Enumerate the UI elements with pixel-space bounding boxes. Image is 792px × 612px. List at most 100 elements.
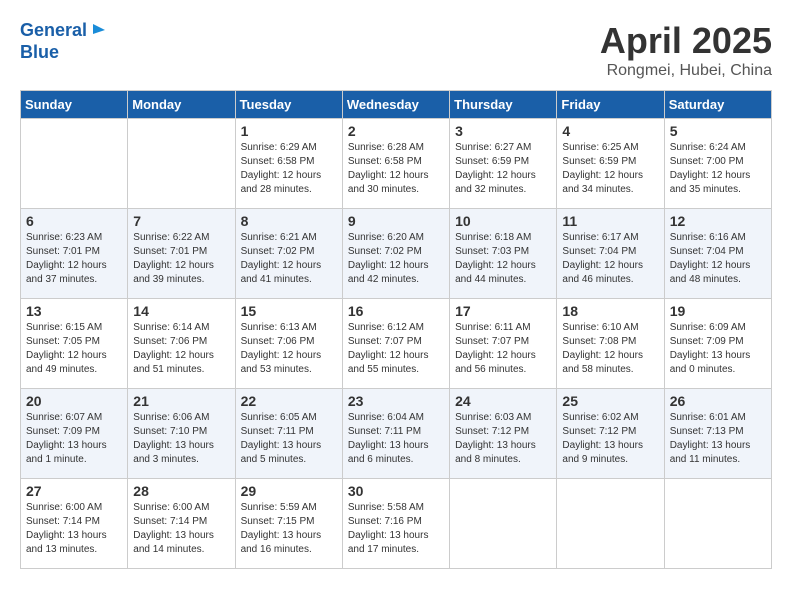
calendar-cell: 16Sunrise: 6:12 AM Sunset: 7:07 PM Dayli… bbox=[342, 299, 449, 389]
day-number: 18 bbox=[562, 303, 658, 319]
day-number: 28 bbox=[133, 483, 229, 499]
day-number: 12 bbox=[670, 213, 766, 229]
day-info: Sunrise: 6:05 AM Sunset: 7:11 PM Dayligh… bbox=[241, 411, 337, 467]
calendar-cell: 18 Sunrise: 6:10 AM Sunset: 7:08 PM Dayli… bbox=[557, 299, 664, 389]
calendar-cell: 4 Sunrise: 6:25 AM Sunset: 6:59 PM Daylig… bbox=[557, 119, 664, 209]
week-row-3: 13 Sunrise: 6:15 AM Sunset: 7:05 PM Dayli… bbox=[21, 299, 772, 389]
day-number: 21 bbox=[133, 393, 229, 409]
day-info: Sunrise: 5:58 AM Sunset: 7:16 PM Dayligh… bbox=[348, 501, 444, 557]
weekday-header-row: SundayMondayTuesdayWednesdayThursdayFrid… bbox=[21, 91, 772, 119]
day-info: Sunrise: 6:06 AM Sunset: 7:10 PM Dayligh… bbox=[133, 411, 229, 467]
day-info: Sunrise: 6:23 AM Sunset: 7:01 PM Dayligh… bbox=[26, 231, 122, 287]
week-row-5: 27Sunrise: 6:00 AM Sunset: 7:14 PM Dayli… bbox=[21, 479, 772, 569]
calendar-cell: 29 Sunrise: 5:59 AM Sunset: 7:15 PM Dayli… bbox=[235, 479, 342, 569]
day-number: 25 bbox=[562, 393, 658, 409]
calendar-cell: 22 Sunrise: 6:05 AM Sunset: 7:11 PM Dayli… bbox=[235, 389, 342, 479]
calendar-cell bbox=[21, 119, 128, 209]
weekday-header-saturday: Saturday bbox=[664, 91, 771, 119]
weekday-header-friday: Friday bbox=[557, 91, 664, 119]
day-number: 7 bbox=[133, 213, 229, 229]
day-info: Sunrise: 6:24 AM Sunset: 7:00 PM Dayligh… bbox=[670, 141, 766, 197]
day-info: Sunrise: 6:17 AM Sunset: 7:04 PM Dayligh… bbox=[562, 231, 658, 287]
location: Rongmei, Hubei, China bbox=[600, 62, 772, 80]
title-block: April 2025 Rongmei, Hubei, China bbox=[600, 20, 772, 80]
day-number: 2 bbox=[348, 123, 444, 139]
day-info: Sunrise: 6:18 AM Sunset: 7:03 PM Dayligh… bbox=[455, 231, 551, 287]
logo-bird-icon bbox=[87, 22, 105, 40]
day-number: 1 bbox=[241, 123, 337, 139]
weekday-header-tuesday: Tuesday bbox=[235, 91, 342, 119]
day-info: Sunrise: 6:29 AM Sunset: 6:58 PM Dayligh… bbox=[241, 141, 337, 197]
day-number: 30 bbox=[348, 483, 444, 499]
day-number: 20 bbox=[26, 393, 122, 409]
calendar-cell: 2 Sunrise: 6:28 AM Sunset: 6:58 PM Daylig… bbox=[342, 119, 449, 209]
calendar-cell: 26 Sunrise: 6:01 AM Sunset: 7:13 PM Dayli… bbox=[664, 389, 771, 479]
week-row-2: 6 Sunrise: 6:23 AM Sunset: 7:01 PM Daylig… bbox=[21, 209, 772, 299]
calendar-cell: 21 Sunrise: 6:06 AM Sunset: 7:10 PM Dayli… bbox=[128, 389, 235, 479]
calendar-cell: 17 Sunrise: 6:11 AM Sunset: 7:07 PM Dayli… bbox=[450, 299, 557, 389]
day-number: 23 bbox=[348, 393, 444, 409]
day-info: Sunrise: 6:20 AM Sunset: 7:02 PM Dayligh… bbox=[348, 231, 444, 287]
calendar-cell: 20 Sunrise: 6:07 AM Sunset: 7:09 PM Dayli… bbox=[21, 389, 128, 479]
day-number: 17 bbox=[455, 303, 551, 319]
calendar-cell: 30 Sunrise: 5:58 AM Sunset: 7:16 PM Dayli… bbox=[342, 479, 449, 569]
logo-text: General bbox=[20, 20, 87, 42]
calendar-cell: 28 Sunrise: 6:00 AM Sunset: 7:14 PM Dayli… bbox=[128, 479, 235, 569]
weekday-header-wednesday: Wednesday bbox=[342, 91, 449, 119]
day-info: Sunrise: 6:11 AM Sunset: 7:07 PM Dayligh… bbox=[455, 321, 551, 377]
calendar-cell: 19 Sunrise: 6:09 AM Sunset: 7:09 PM Dayli… bbox=[664, 299, 771, 389]
day-number: 22 bbox=[241, 393, 337, 409]
calendar-cell: 14 Sunrise: 6:14 AM Sunset: 7:06 PM Dayli… bbox=[128, 299, 235, 389]
calendar-cell: 15 Sunrise: 6:13 AM Sunset: 7:06 PM Dayli… bbox=[235, 299, 342, 389]
day-number: 13 bbox=[26, 303, 122, 319]
calendar-cell: 24Sunrise: 6:03 AM Sunset: 7:12 PM Dayli… bbox=[450, 389, 557, 479]
day-number: 29 bbox=[241, 483, 337, 499]
day-info: Sunrise: 6:00 AM Sunset: 7:14 PM Dayligh… bbox=[133, 501, 229, 557]
calendar-cell: 25 Sunrise: 6:02 AM Sunset: 7:12 PM Dayli… bbox=[557, 389, 664, 479]
calendar-cell: 10 Sunrise: 6:18 AM Sunset: 7:03 PM Dayli… bbox=[450, 209, 557, 299]
day-info: Sunrise: 6:27 AM Sunset: 6:59 PM Dayligh… bbox=[455, 141, 551, 197]
day-info: Sunrise: 6:10 AM Sunset: 7:08 PM Dayligh… bbox=[562, 321, 658, 377]
day-info: Sunrise: 6:28 AM Sunset: 6:58 PM Dayligh… bbox=[348, 141, 444, 197]
calendar-cell: 1 Sunrise: 6:29 AM Sunset: 6:58 PM Daylig… bbox=[235, 119, 342, 209]
calendar-cell: 5Sunrise: 6:24 AM Sunset: 7:00 PM Daylig… bbox=[664, 119, 771, 209]
day-number: 10 bbox=[455, 213, 551, 229]
calendar-cell: 13 Sunrise: 6:15 AM Sunset: 7:05 PM Dayli… bbox=[21, 299, 128, 389]
calendar-cell: 11 Sunrise: 6:17 AM Sunset: 7:04 PM Dayli… bbox=[557, 209, 664, 299]
day-number: 6 bbox=[26, 213, 122, 229]
calendar-table: SundayMondayTuesdayWednesdayThursdayFrid… bbox=[20, 90, 772, 569]
day-number: 14 bbox=[133, 303, 229, 319]
day-number: 16 bbox=[348, 303, 444, 319]
week-row-1: 1 Sunrise: 6:29 AM Sunset: 6:58 PM Daylig… bbox=[21, 119, 772, 209]
day-info: Sunrise: 6:14 AM Sunset: 7:06 PM Dayligh… bbox=[133, 321, 229, 377]
calendar-cell bbox=[450, 479, 557, 569]
day-number: 4 bbox=[562, 123, 658, 139]
day-info: Sunrise: 6:25 AM Sunset: 6:59 PM Dayligh… bbox=[562, 141, 658, 197]
day-number: 26 bbox=[670, 393, 766, 409]
day-number: 19 bbox=[670, 303, 766, 319]
day-number: 3 bbox=[455, 123, 551, 139]
day-info: Sunrise: 6:13 AM Sunset: 7:06 PM Dayligh… bbox=[241, 321, 337, 377]
day-info: Sunrise: 6:21 AM Sunset: 7:02 PM Dayligh… bbox=[241, 231, 337, 287]
day-number: 8 bbox=[241, 213, 337, 229]
weekday-header-thursday: Thursday bbox=[450, 91, 557, 119]
day-info: Sunrise: 6:01 AM Sunset: 7:13 PM Dayligh… bbox=[670, 411, 766, 467]
calendar-cell bbox=[557, 479, 664, 569]
day-number: 24 bbox=[455, 393, 551, 409]
calendar-cell bbox=[664, 479, 771, 569]
day-info: Sunrise: 5:59 AM Sunset: 7:15 PM Dayligh… bbox=[241, 501, 337, 557]
day-info: Sunrise: 6:07 AM Sunset: 7:09 PM Dayligh… bbox=[26, 411, 122, 467]
logo-text2: Blue bbox=[20, 42, 59, 64]
weekday-header-sunday: Sunday bbox=[21, 91, 128, 119]
day-info: Sunrise: 6:00 AM Sunset: 7:14 PM Dayligh… bbox=[26, 501, 122, 557]
day-info: Sunrise: 6:22 AM Sunset: 7:01 PM Dayligh… bbox=[133, 231, 229, 287]
day-number: 9 bbox=[348, 213, 444, 229]
day-info: Sunrise: 6:09 AM Sunset: 7:09 PM Dayligh… bbox=[670, 321, 766, 377]
day-info: Sunrise: 6:02 AM Sunset: 7:12 PM Dayligh… bbox=[562, 411, 658, 467]
page-header: General Blue April 2025 Rongmei, Hubei, … bbox=[20, 20, 772, 80]
day-info: Sunrise: 6:15 AM Sunset: 7:05 PM Dayligh… bbox=[26, 321, 122, 377]
calendar-cell: 3 Sunrise: 6:27 AM Sunset: 6:59 PM Daylig… bbox=[450, 119, 557, 209]
day-number: 11 bbox=[562, 213, 658, 229]
day-number: 15 bbox=[241, 303, 337, 319]
calendar-cell: 27Sunrise: 6:00 AM Sunset: 7:14 PM Dayli… bbox=[21, 479, 128, 569]
